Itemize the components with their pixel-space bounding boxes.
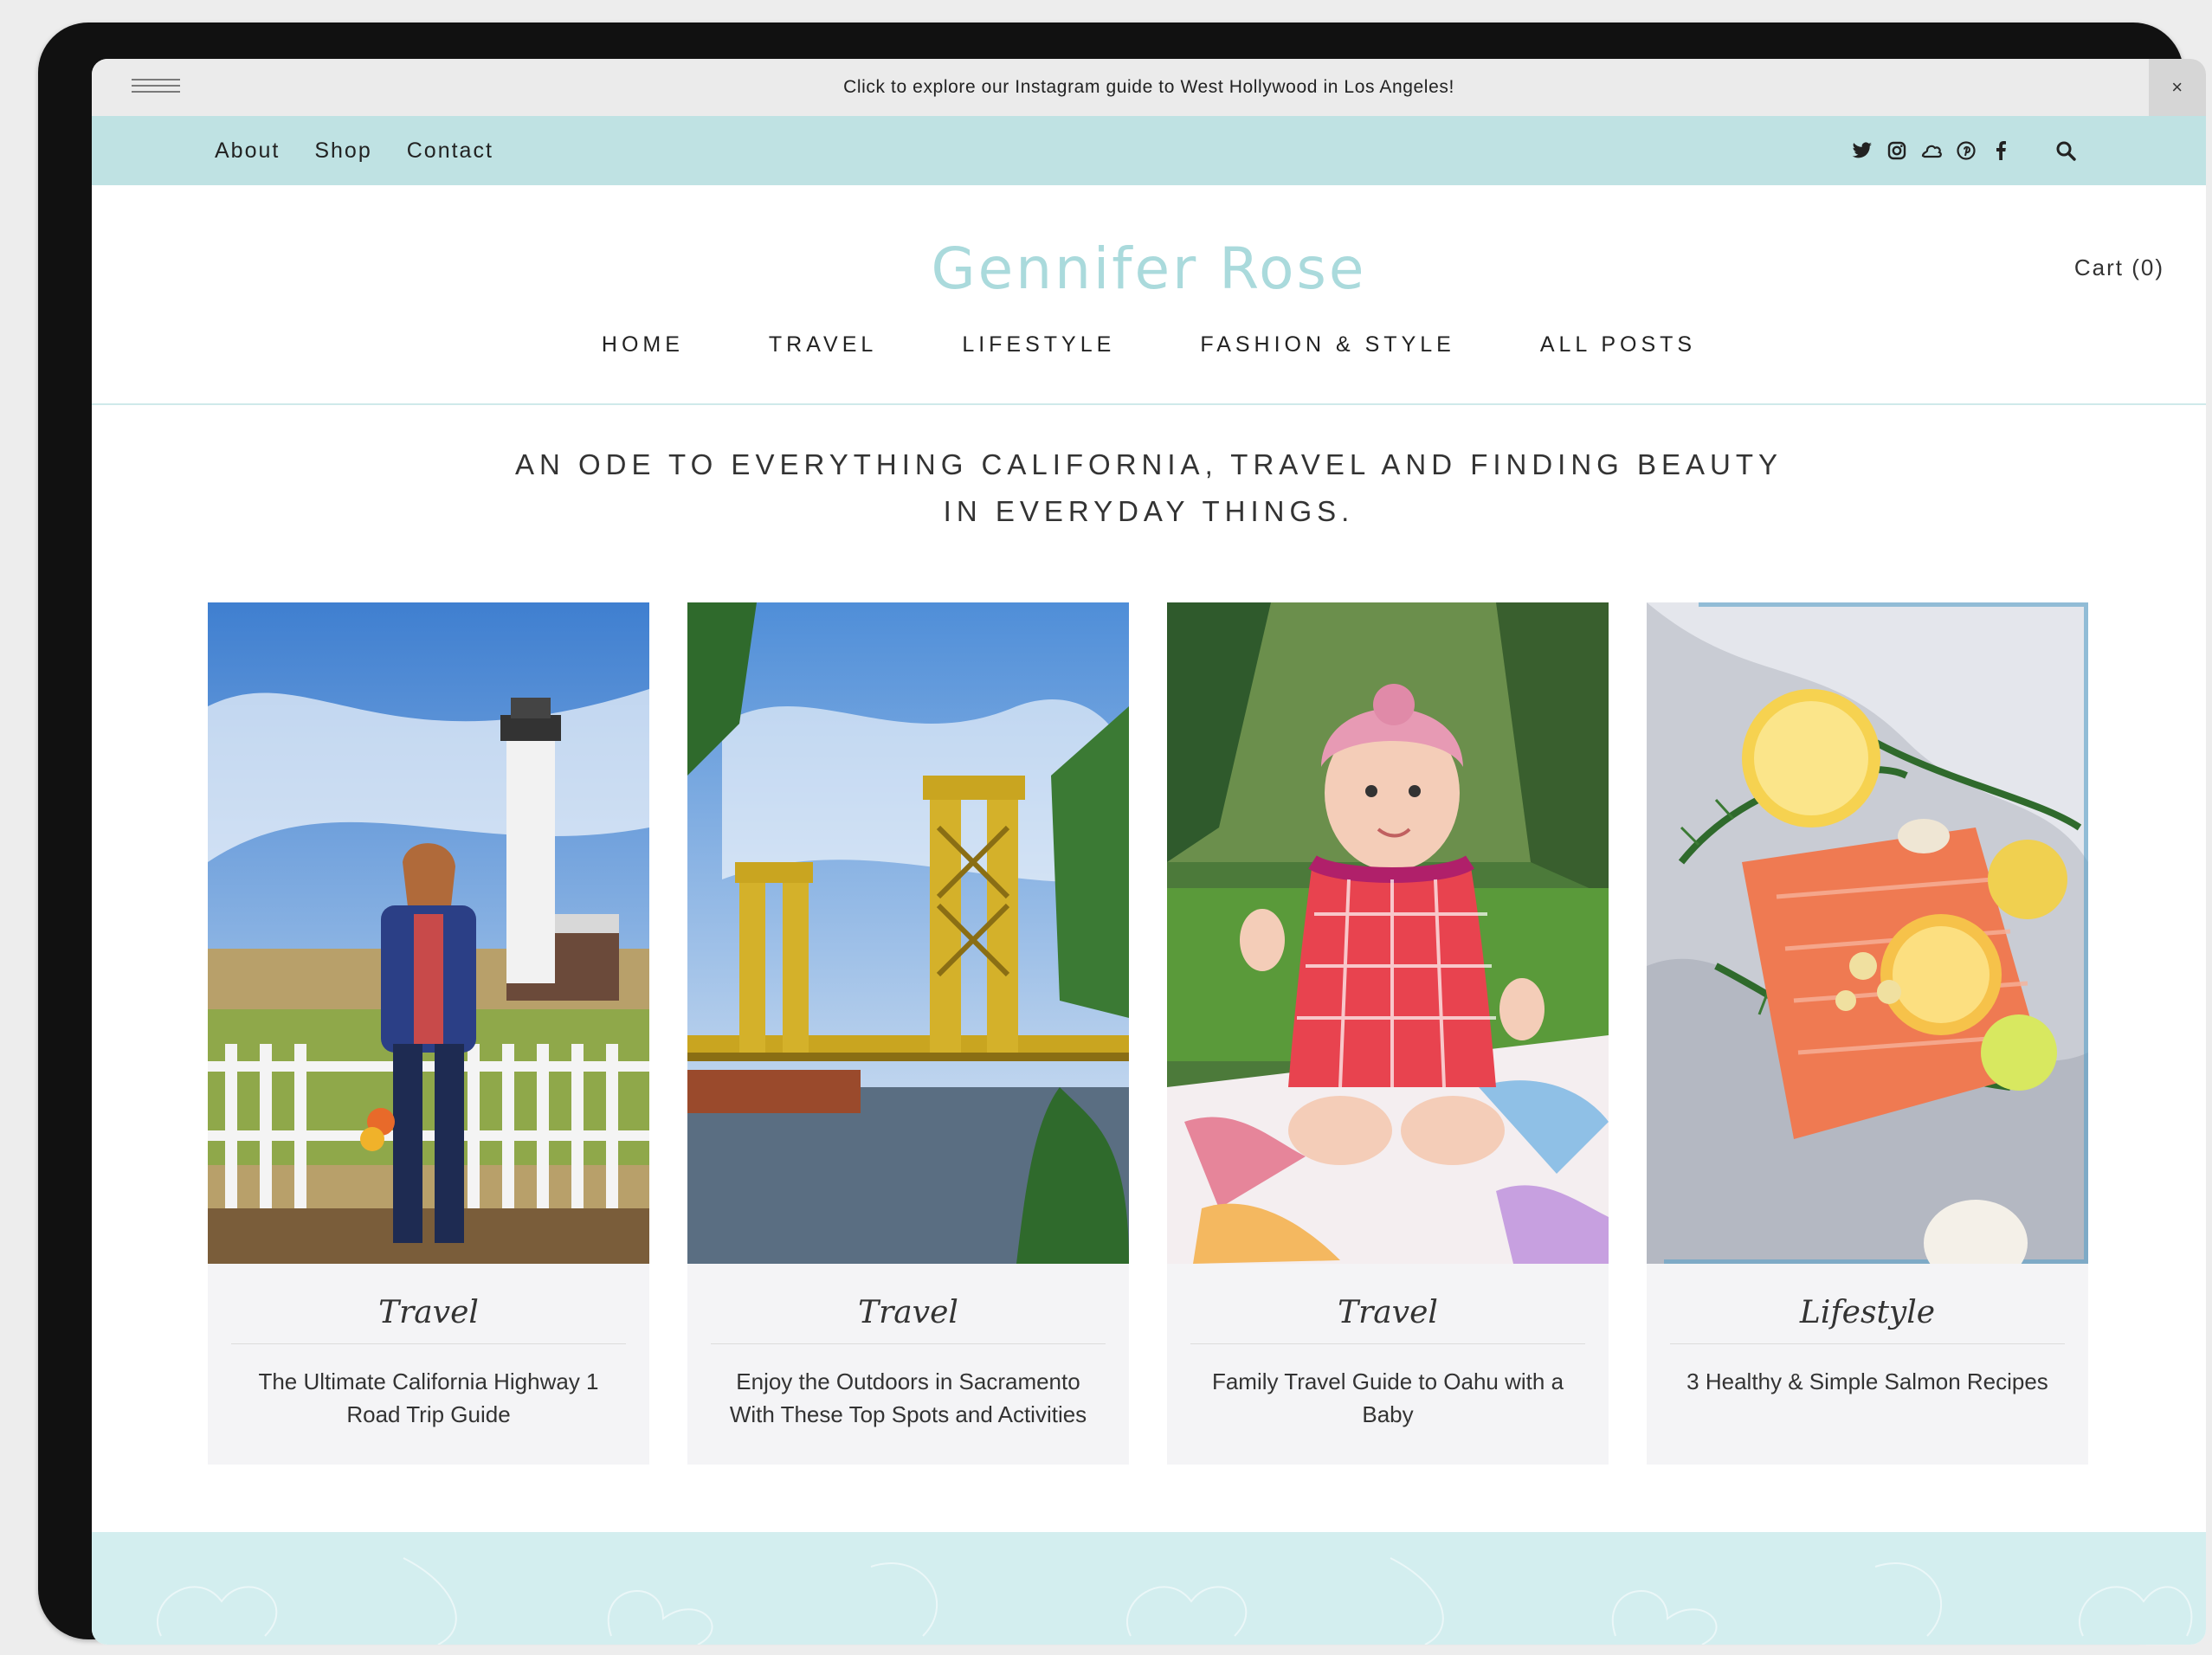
soundcloud-icon[interactable] bbox=[1920, 139, 1943, 162]
post-card[interactable]: Lifestyle 3 Healthy & Simple Salmon Reci… bbox=[1647, 602, 2088, 1465]
tablet-frame: Click to explore our Instagram guide to … bbox=[38, 23, 2206, 1645]
announcement-text[interactable]: Click to explore our Instagram guide to … bbox=[843, 77, 1454, 98]
nav-fashion-style[interactable]: FASHION & STYLE bbox=[1200, 332, 1455, 357]
search-icon[interactable] bbox=[2054, 138, 2078, 163]
card-divider bbox=[231, 1343, 626, 1344]
post-title[interactable]: The Ultimate California Highway 1 Road T… bbox=[234, 1365, 623, 1431]
post-image-salmon[interactable] bbox=[1647, 602, 2088, 1264]
nav-link-shop[interactable]: Shop bbox=[314, 138, 371, 164]
post-category[interactable]: Travel bbox=[208, 1295, 649, 1343]
site-logo[interactable]: Gennifer Rose bbox=[92, 235, 2206, 302]
post-image-tower-bridge[interactable] bbox=[687, 602, 1129, 1264]
post-image-lighthouse[interactable] bbox=[208, 602, 649, 1264]
post-title[interactable]: Enjoy the Outdoors in Sacramento With Th… bbox=[713, 1365, 1103, 1431]
tagline-line-2: IN EVERYDAY THINGS. bbox=[943, 495, 1355, 527]
twitter-icon[interactable] bbox=[1851, 139, 1873, 162]
card-divider bbox=[1190, 1343, 1585, 1344]
post-card[interactable]: Travel The Ultimate California Highway 1… bbox=[208, 602, 649, 1465]
site-tagline: AN ODE TO EVERYTHING CALIFORNIA, TRAVEL … bbox=[92, 441, 2206, 535]
nav-home[interactable]: HOME bbox=[602, 332, 684, 357]
facebook-icon[interactable] bbox=[1990, 139, 2012, 162]
card-divider bbox=[711, 1343, 1106, 1344]
footer-pattern bbox=[92, 1532, 2206, 1645]
nav-link-about[interactable]: About bbox=[215, 138, 280, 164]
nav-link-contact[interactable]: Contact bbox=[407, 138, 493, 164]
cart-link[interactable]: Cart (0) bbox=[2074, 254, 2164, 281]
header-divider bbox=[92, 403, 2206, 405]
card-divider bbox=[1670, 1343, 2065, 1344]
post-title[interactable]: Family Travel Guide to Oahu with a Baby bbox=[1193, 1365, 1583, 1431]
post-category[interactable]: Lifestyle bbox=[1647, 1295, 2088, 1343]
nav-lifestyle[interactable]: LIFESTYLE bbox=[962, 332, 1115, 357]
main-nav: HOME TRAVEL LIFESTYLE FASHION & STYLE AL… bbox=[92, 332, 2206, 357]
nav-travel[interactable]: TRAVEL bbox=[769, 332, 877, 357]
hamburger-menu-icon[interactable] bbox=[132, 79, 180, 96]
post-grid: Travel The Ultimate California Highway 1… bbox=[208, 602, 2088, 1465]
browser-viewport: Click to explore our Instagram guide to … bbox=[92, 59, 2206, 1645]
post-card[interactable]: Travel Family Travel Guide to Oahu with … bbox=[1167, 602, 1609, 1465]
post-image-baby[interactable] bbox=[1167, 602, 1609, 1264]
nav-all-posts[interactable]: ALL POSTS bbox=[1540, 332, 1696, 357]
announcement-bar[interactable]: Click to explore our Instagram guide to … bbox=[92, 59, 2206, 116]
social-links bbox=[1851, 139, 2012, 162]
post-category[interactable]: Travel bbox=[687, 1295, 1129, 1343]
instagram-icon[interactable] bbox=[1886, 139, 1908, 162]
pinterest-icon[interactable] bbox=[1955, 139, 1977, 162]
post-category[interactable]: Travel bbox=[1167, 1295, 1609, 1343]
tagline-line-1: AN ODE TO EVERYTHING CALIFORNIA, TRAVEL … bbox=[514, 448, 1783, 480]
post-title[interactable]: 3 Healthy & Simple Salmon Recipes bbox=[1673, 1365, 2062, 1398]
top-utility-nav: About Shop Contact bbox=[92, 116, 2206, 185]
close-announcement-button[interactable]: × bbox=[2149, 59, 2206, 116]
post-card[interactable]: Travel Enjoy the Outdoors in Sacramento … bbox=[687, 602, 1129, 1465]
